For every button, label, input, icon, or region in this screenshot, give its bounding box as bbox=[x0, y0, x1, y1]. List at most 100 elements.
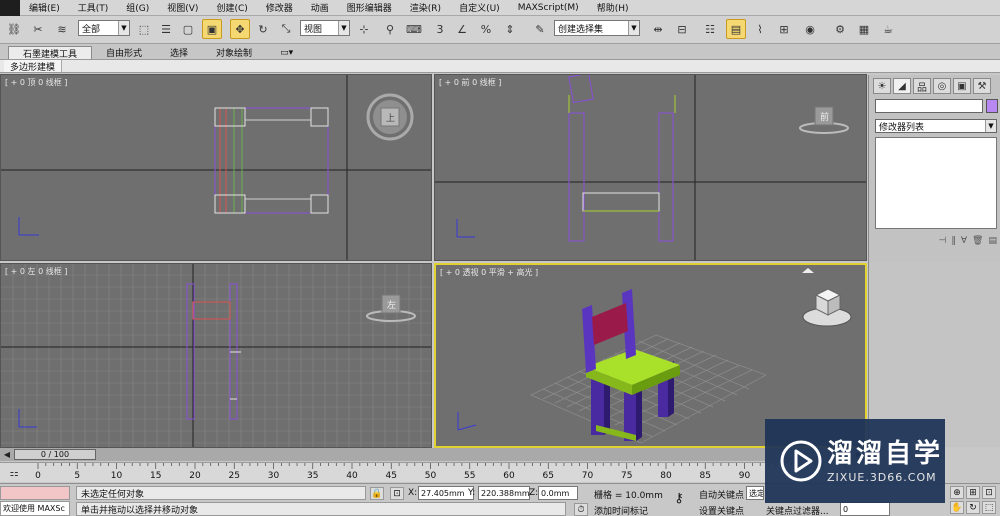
snap-toggle-icon[interactable]: 3 bbox=[430, 19, 450, 39]
rectangle-selection-icon[interactable]: ▢ bbox=[178, 19, 198, 39]
menu-rendering[interactable]: 渲染(R) bbox=[401, 1, 450, 14]
tab-selection[interactable]: 选择 bbox=[156, 46, 202, 59]
y-coordinate-field[interactable]: 220.388mm bbox=[478, 486, 530, 500]
schematic-view-icon[interactable]: ⊞ bbox=[774, 19, 794, 39]
app-logo[interactable] bbox=[0, 0, 20, 16]
render-setup-icon[interactable]: ⚙ bbox=[830, 19, 850, 39]
link-icon[interactable]: ⛓ bbox=[4, 19, 24, 39]
viewport-left[interactable]: [ + 0 左 0 线框 ] 左 bbox=[0, 263, 432, 448]
object-color-swatch[interactable] bbox=[986, 99, 998, 113]
lock-selection-icon[interactable]: 🔒 bbox=[370, 487, 384, 500]
reference-coord-dropdown[interactable]: 视图 ▼ bbox=[300, 20, 350, 36]
tab-object-paint[interactable]: 对象绘制 bbox=[202, 46, 266, 59]
ribbon-options-button[interactable]: ▭▾ bbox=[266, 46, 307, 59]
orbit-icon[interactable]: ↻ bbox=[966, 501, 980, 514]
current-frame-field[interactable]: 0 bbox=[840, 502, 890, 516]
remove-modifier-icon[interactable]: 🗑 bbox=[972, 236, 983, 246]
select-object-icon[interactable]: ⬚ bbox=[134, 19, 154, 39]
timeline-ruler[interactable]: ⚏ 0 5 10 15 20 25 30 35 40 45 50 55 60 65 70 75 80 85 90 bbox=[0, 462, 868, 482]
percent-snap-icon[interactable]: % bbox=[476, 19, 496, 39]
maxscript-listener-input[interactable] bbox=[0, 486, 70, 500]
absolute-mode-icon[interactable]: ⊡ bbox=[390, 487, 404, 500]
menu-create[interactable]: 创建(C) bbox=[207, 1, 256, 14]
tab-graphite-modeling[interactable]: 石墨建模工具 bbox=[8, 46, 93, 60]
zoom-extents-icon[interactable]: ⊡ bbox=[982, 486, 996, 499]
configure-sets-icon[interactable]: ▤ bbox=[988, 236, 997, 246]
key-filters-button[interactable]: 关键点过滤器... bbox=[766, 504, 829, 516]
mirror-icon[interactable]: ⇹ bbox=[648, 19, 668, 39]
curve-editor-icon[interactable]: ⌇ bbox=[750, 19, 770, 39]
maximize-viewport-icon[interactable]: ⬚ bbox=[982, 501, 996, 514]
select-and-scale-icon[interactable]: ⤡ bbox=[276, 19, 296, 39]
time-slider-handle[interactable]: 0 / 100 bbox=[14, 449, 96, 460]
make-unique-icon[interactable]: ∀ bbox=[961, 236, 967, 246]
rendered-frame-icon[interactable]: ▦ bbox=[854, 19, 874, 39]
unlink-icon[interactable]: ✂ bbox=[28, 19, 48, 39]
maxscript-listener-output[interactable]: 欢迎使用 MAXSc bbox=[0, 501, 70, 516]
hierarchy-icon[interactable]: 品 bbox=[913, 78, 931, 94]
viewcube-top-face[interactable]: 上 bbox=[386, 111, 395, 124]
modifier-list-dropdown[interactable]: 修改器列表 ▼ bbox=[875, 119, 997, 133]
menu-views[interactable]: 视图(V) bbox=[158, 1, 207, 14]
viewport-front[interactable]: [ + 0 前 0 线框 ] 前 bbox=[434, 74, 867, 261]
select-and-rotate-icon[interactable]: ↻ bbox=[253, 19, 273, 39]
menu-maxscript[interactable]: MAXScript(M) bbox=[509, 3, 588, 13]
spinner-snap-icon[interactable]: ⇕ bbox=[500, 19, 520, 39]
create-icon[interactable]: ☀ bbox=[873, 78, 891, 94]
display-icon[interactable]: ▣ bbox=[953, 78, 971, 94]
pivot-center-icon[interactable]: ⊹ bbox=[354, 19, 374, 39]
prev-frame-icon[interactable]: ◀ bbox=[0, 448, 14, 461]
time-tag-icon[interactable]: ⏱ bbox=[574, 503, 588, 516]
key-icon[interactable]: ⚷ bbox=[668, 491, 690, 506]
select-by-name-icon[interactable]: ☰ bbox=[156, 19, 176, 39]
time-slider[interactable]: ◀ 0 / 100 ▶ bbox=[0, 448, 868, 461]
object-name-field[interactable] bbox=[875, 99, 983, 113]
viewport-top-label[interactable]: [ + 0 顶 0 线框 ] bbox=[5, 77, 67, 88]
viewport-perspective-label[interactable]: [ + 0 透视 0 平滑 + 高光 ] bbox=[440, 267, 538, 278]
auto-key-button[interactable]: 自动关键点 bbox=[699, 488, 744, 501]
modifier-stack[interactable] bbox=[875, 137, 997, 229]
tab-freeform[interactable]: 自由形式 bbox=[92, 46, 156, 59]
edit-named-selection-icon[interactable]: ✎ bbox=[530, 19, 550, 39]
pan-icon[interactable]: ✋ bbox=[950, 501, 964, 514]
x-coordinate-field[interactable]: 27.405mm bbox=[418, 486, 474, 500]
material-editor-icon[interactable]: ◉ bbox=[800, 19, 820, 39]
viewport-front-label[interactable]: [ + 0 前 0 线框 ] bbox=[439, 77, 501, 88]
window-crossing-icon[interactable]: ▣ bbox=[202, 19, 222, 39]
menu-graph-editors[interactable]: 图形编辑器 bbox=[338, 1, 401, 14]
show-end-result-icon[interactable]: ‖ bbox=[951, 236, 956, 246]
select-manipulate-icon[interactable]: ⚲ bbox=[380, 19, 400, 39]
angle-snap-icon[interactable]: ∠ bbox=[452, 19, 472, 39]
layer-manager-icon[interactable]: ☷ bbox=[700, 19, 720, 39]
modify-icon[interactable]: ◢ bbox=[893, 78, 911, 94]
keyboard-shortcut-icon[interactable]: ⌨ bbox=[404, 19, 424, 39]
align-icon[interactable]: ⊟ bbox=[672, 19, 692, 39]
menu-modifiers[interactable]: 修改器 bbox=[257, 1, 302, 14]
viewport-top[interactable]: [ + 0 顶 0 线框 ] 上 bbox=[0, 74, 432, 261]
viewcube-front-face[interactable]: 前 bbox=[820, 110, 829, 123]
menu-tools[interactable]: 工具(T) bbox=[69, 1, 118, 14]
menu-group[interactable]: 组(G) bbox=[117, 1, 158, 14]
named-selection-dropdown[interactable]: 创建选择集 ▼ bbox=[554, 20, 640, 36]
selection-filter-dropdown[interactable]: 全部 ▼ bbox=[78, 20, 130, 36]
select-and-move-icon[interactable]: ✥ bbox=[230, 19, 250, 39]
selected-dropdown[interactable]: 选定 bbox=[746, 486, 764, 500]
menu-customize[interactable]: 自定义(U) bbox=[450, 1, 509, 14]
utilities-icon[interactable]: ⚒ bbox=[973, 78, 991, 94]
menu-edit[interactable]: 编辑(E) bbox=[20, 1, 69, 14]
tab-polygon-modeling[interactable]: 多边形建模 bbox=[4, 60, 63, 73]
menu-animation[interactable]: 动画 bbox=[302, 1, 338, 14]
motion-icon[interactable]: ◎ bbox=[933, 78, 951, 94]
set-key-button[interactable]: 设置关键点 bbox=[699, 504, 744, 516]
menu-help[interactable]: 帮助(H) bbox=[588, 1, 638, 14]
render-teapot-icon[interactable]: ☕ bbox=[878, 19, 898, 39]
add-time-tag[interactable]: 添加时间标记 bbox=[594, 504, 648, 516]
viewport-left-label[interactable]: [ + 0 左 0 线框 ] bbox=[5, 266, 67, 277]
z-coordinate-field[interactable]: 0.0mm bbox=[538, 486, 578, 500]
bind-spacewarp-icon[interactable]: ≋ bbox=[52, 19, 72, 39]
viewcube-left-face[interactable]: 左 bbox=[387, 298, 396, 311]
zoom-all-icon[interactable]: ⊞ bbox=[966, 486, 980, 499]
zoom-icon[interactable]: ⊕ bbox=[950, 486, 964, 499]
graphite-toggle-icon[interactable]: ▤ bbox=[726, 19, 746, 39]
pin-stack-icon[interactable]: ⊣ bbox=[939, 236, 947, 246]
